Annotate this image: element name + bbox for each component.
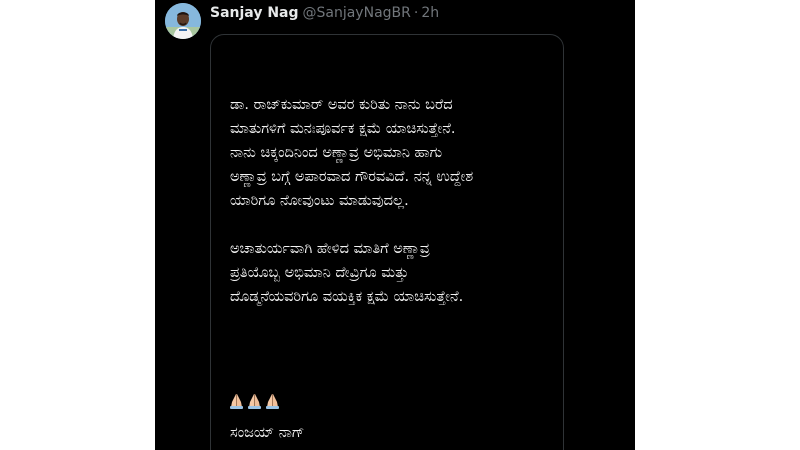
folded-hands-icon	[230, 394, 243, 409]
tweet[interactable]: Sanjay Nag @SanjayNagBR · 2h ಡಾ. ರಾಜ್‌ಕು…	[155, 0, 635, 450]
media-image[interactable]: ಡಾ. ರಾಜ್‌ಕುಮಾರ್ ಅವರ ಕುರಿತು ನಾನು ಬರೆದ ಮಾತ…	[210, 34, 564, 450]
avatar-image	[165, 3, 201, 39]
statement-line: ಯಾರಿಗೂ ನೋವುಂಟು ಮಾಡುವುದಲ್ಲ.	[230, 193, 409, 209]
avatar[interactable]	[165, 3, 201, 39]
folded-hands-icon	[266, 394, 279, 409]
statement-line: ಅಣ್ಣಾವ್ರ ಬಗ್ಗೆ ಅಪಾರವಾದ ಗೌರವವಿದೆ. ನನ್ನ ಉದ…	[230, 169, 474, 185]
folded-hands-emoji-row	[228, 391, 281, 409]
author-display-name[interactable]: Sanjay Nag	[210, 4, 299, 22]
statement-line: ಮಾತುಗಳಿಗೆ ಮನಃಪೂರ್ವಕ ಕ್ಷಮೆ ಯಾಚಿಸುತ್ತೇನೆ.	[230, 121, 456, 137]
statement-line: ದೊಡ್ಮನೆಯವರಿಗೂ ವಯಕ್ತಿಕ ಕ್ಷಮೆ ಯಾಚಿಸುತ್ತೇನೆ…	[230, 289, 464, 305]
screenshot-canvas: Sanjay Nag @SanjayNagBR · 2h ಡಾ. ರಾಜ್‌ಕು…	[0, 0, 800, 450]
folded-hands-icon	[248, 394, 261, 409]
author-handle[interactable]: @SanjayNagBR	[303, 4, 411, 22]
apology-statement: ಡಾ. ರಾಜ್‌ಕುಮಾರ್ ಅವರ ಕುರಿತು ನಾನು ಬರೆದ ಮಾತ…	[230, 93, 555, 309]
signature: ಸಂಜಯ್ ನಾಗ್	[230, 425, 305, 441]
header-separator: ·	[413, 5, 419, 21]
timestamp[interactable]: 2h	[421, 4, 439, 22]
statement-paragraph-1: ಡಾ. ರಾಜ್‌ಕುಮಾರ್ ಅವರ ಕುರಿತು ನಾನು ಬರೆದ ಮಾತ…	[230, 93, 555, 213]
statement-line: ಡಾ. ರಾಜ್‌ಕುಮಾರ್ ಅವರ ಕುರಿತು ನಾನು ಬರೆದ	[230, 97, 453, 113]
statement-line: ಪ್ರತಿಯೊಬ್ಬ ಅಭಿಮಾನಿ ದೇವ್ರಿಗೂ ಮತ್ತು	[230, 265, 409, 281]
statement-paragraph-2: ಅಚಾತುರ್ಯವಾಗಿ ಹೇಳಿದ ಮಾತಿಗೆ ಅಣ್ಣಾವ್ರ ಪ್ರತಿ…	[230, 237, 555, 309]
statement-line: ನಾನು ಚಿಕ್ಕಂದಿನಿಂದ ಅಣ್ಣಾವ್ರ ಅಭಿಮಾನಿ ಹಾಗು	[230, 145, 443, 161]
tweet-header: Sanjay Nag @SanjayNagBR · 2h	[210, 4, 439, 22]
statement-line: ಅಚಾತುರ್ಯವಾಗಿ ಹೇಳಿದ ಮಾತಿಗೆ ಅಣ್ಣಾವ್ರ	[230, 241, 430, 257]
